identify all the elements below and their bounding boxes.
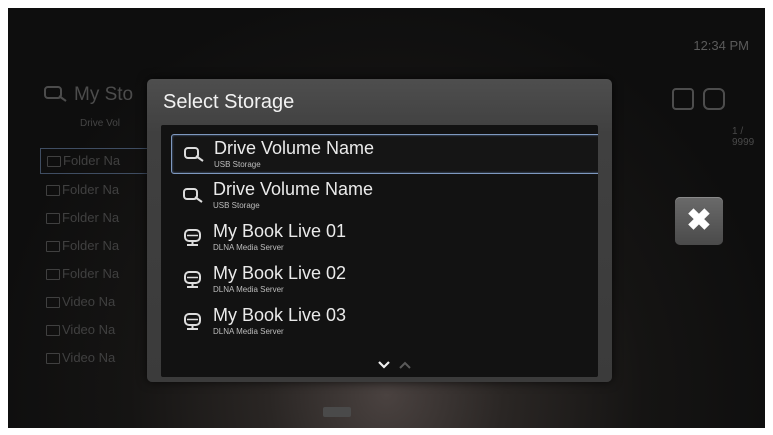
storage-item-type: USB Storage — [213, 201, 260, 210]
chevron-up-icon[interactable] — [399, 361, 412, 369]
video-icon — [46, 353, 60, 364]
background-title-text: My Sto — [74, 84, 134, 105]
background-row: Folder Na — [40, 234, 150, 258]
media-server-icon — [184, 271, 201, 288]
chevron-down-icon[interactable] — [378, 361, 390, 369]
clock: 12:34 PM — [693, 38, 749, 53]
storage-item[interactable]: My Book Live 02 DLNA Media Server — [171, 260, 598, 298]
background-title: My Sto — [44, 84, 133, 106]
folder-icon — [46, 241, 60, 252]
background-subtitle: Drive Vol — [80, 118, 121, 129]
folder-icon — [46, 269, 60, 280]
usb-drive-icon — [44, 86, 67, 102]
media-server-icon — [184, 313, 201, 330]
background-row: Video Na — [40, 346, 150, 370]
storage-item-name: My Book Live 03 — [213, 305, 347, 325]
background-row: Folder Na — [40, 262, 150, 286]
video-icon — [46, 297, 60, 308]
background-file-list: Folder Na Folder Na Folder Na Folder Na … — [40, 148, 150, 374]
storage-item-type: DLNA Media Server — [213, 243, 284, 252]
background-row: Folder Na — [40, 206, 150, 230]
storage-item-name: My Book Live 02 — [213, 263, 347, 283]
storage-item-type: DLNA Media Server — [213, 285, 284, 294]
storage-item[interactable]: My Book Live 01 DLNA Media Server — [171, 218, 598, 256]
media-server-icon — [184, 229, 201, 246]
storage-item[interactable]: Drive Volume Name USB Storage — [171, 134, 598, 174]
select-storage-dialog: Select Storage Drive Volume Name USB Sto… — [147, 79, 612, 382]
list-pager — [378, 357, 412, 371]
storage-item-type: USB Storage — [214, 160, 261, 169]
storage-list: Drive Volume Name USB Storage Drive Volu… — [161, 125, 598, 377]
tv-screen: 12:34 PM My Sto Drive Vol Folder Na Fold… — [8, 8, 765, 428]
bottom-indicator — [323, 407, 351, 417]
storage-item[interactable]: Drive Volume Name USB Storage — [171, 176, 598, 214]
background-row: Video Na — [40, 290, 150, 314]
storage-item-name: Drive Volume Name — [213, 179, 374, 199]
usb-drive-icon — [184, 147, 204, 162]
usb-drive-icon — [183, 188, 203, 203]
storage-item-name: Drive Volume Name — [214, 138, 375, 158]
background-row: Folder Na — [40, 178, 150, 202]
folder-icon — [47, 156, 61, 167]
background-row: Video Na — [40, 318, 150, 342]
drive-icon — [703, 88, 725, 110]
folder-icon — [46, 213, 60, 224]
storage-item-type: DLNA Media Server — [213, 327, 284, 336]
video-icon — [46, 325, 60, 336]
dialog-title: Select Storage — [163, 91, 295, 113]
folder-icon — [46, 185, 60, 196]
close-button[interactable]: ✖ — [675, 197, 723, 245]
view-toggle-icon — [672, 88, 694, 110]
storage-item[interactable]: My Book Live 03 DLNA Media Server — [171, 302, 598, 340]
background-row: Folder Na — [40, 148, 150, 174]
background-count: 1 / 9999 — [732, 126, 755, 148]
storage-item-name: My Book Live 01 — [213, 221, 347, 241]
